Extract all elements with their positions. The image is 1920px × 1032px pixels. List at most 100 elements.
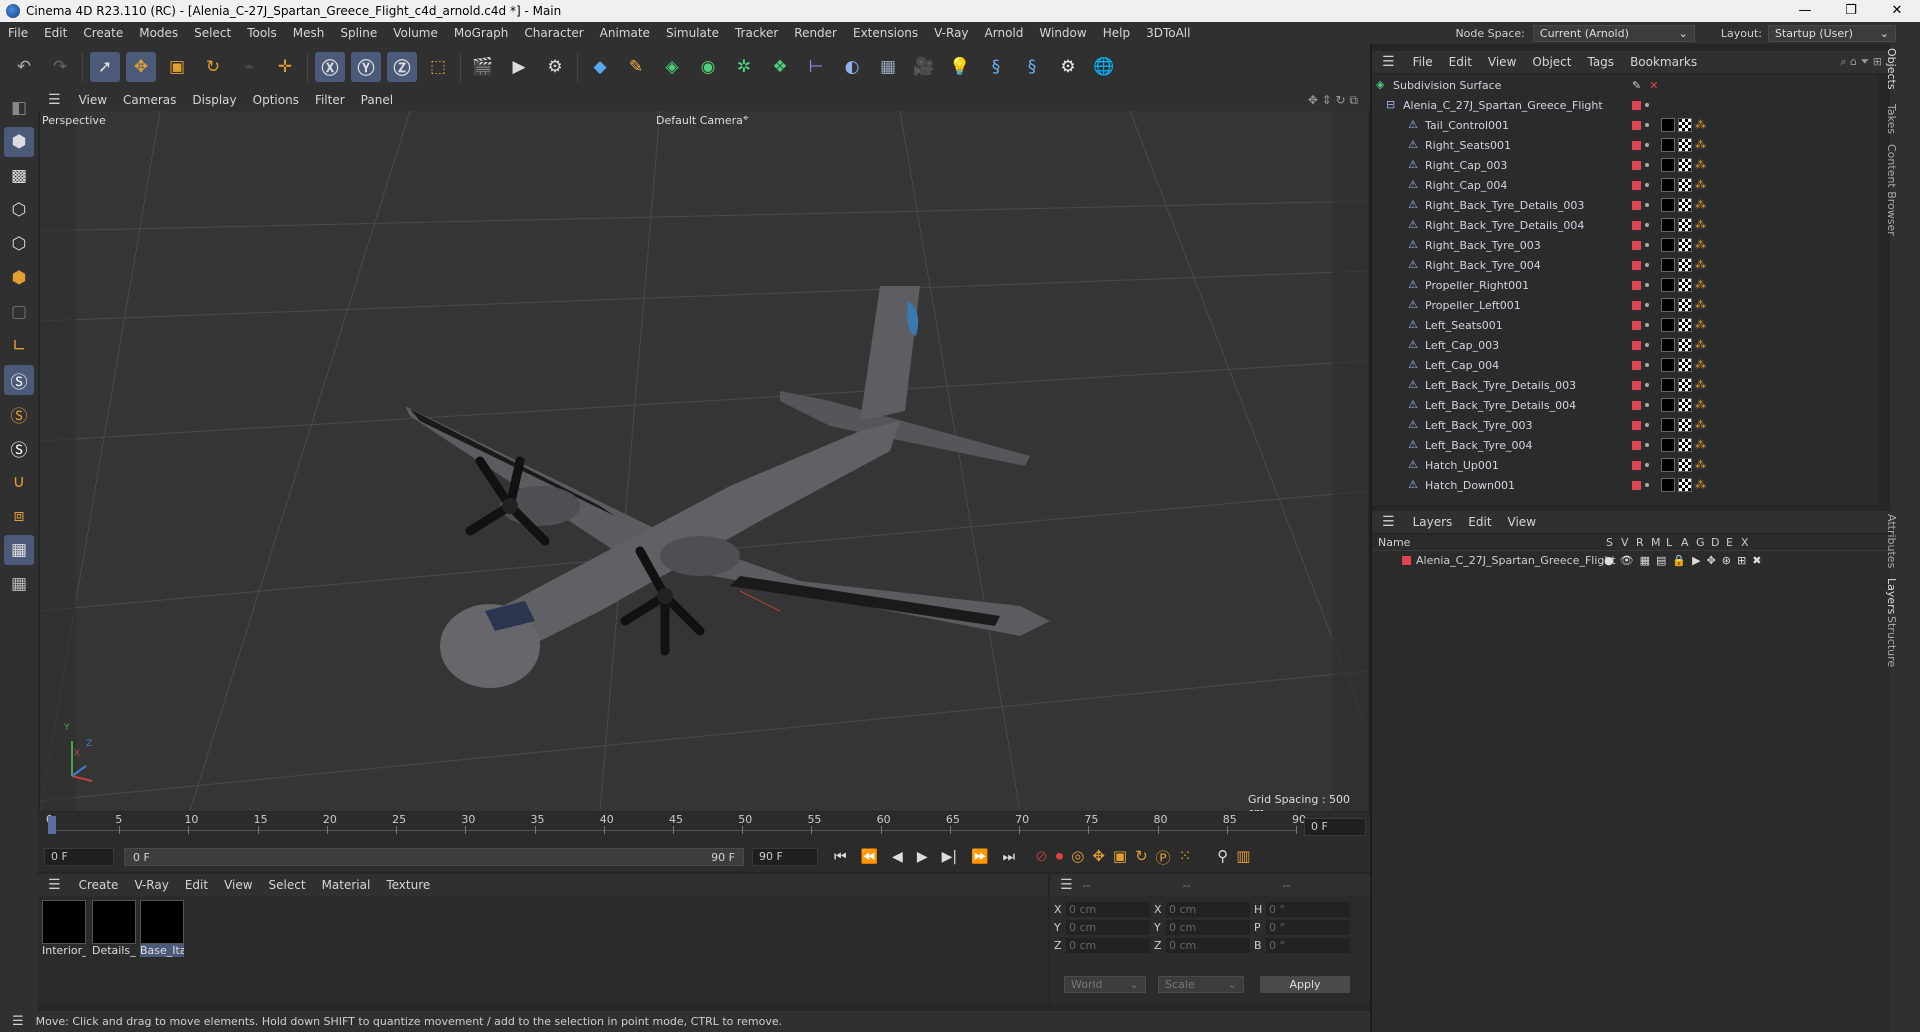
magnet-icon[interactable]: ∪ bbox=[4, 467, 34, 497]
visibility-dot[interactable] bbox=[1645, 323, 1649, 327]
layer-color-swatch[interactable] bbox=[1632, 260, 1641, 270]
snap-mode-icon[interactable]: Ⓢ bbox=[4, 433, 34, 463]
key-param-icon[interactable]: Ⓟ bbox=[1156, 847, 1171, 868]
viewport-menu-cameras[interactable]: Cameras bbox=[115, 93, 184, 107]
hamburger-icon[interactable]: ☰ bbox=[1372, 514, 1405, 530]
scale-tool-icon[interactable]: ▣ bbox=[162, 52, 192, 82]
camera-icon[interactable]: 🎥 bbox=[909, 52, 939, 82]
menu-file[interactable]: File bbox=[0, 22, 36, 44]
coord-field[interactable]: 0 cm bbox=[1166, 937, 1250, 953]
menu-mesh[interactable]: Mesh bbox=[285, 22, 333, 44]
texture-tag-icon[interactable] bbox=[1678, 118, 1692, 132]
record-disabled-icon[interactable]: ⊘ bbox=[1035, 847, 1048, 868]
layer-color-swatch[interactable] bbox=[1632, 320, 1641, 330]
arnold-tag-icon[interactable]: ⁂ bbox=[1695, 478, 1709, 492]
minimize-icon[interactable]: — bbox=[1782, 0, 1828, 22]
layer-column-header[interactable]: V bbox=[1621, 536, 1636, 549]
layer-color-swatch[interactable] bbox=[1632, 140, 1641, 150]
timeline-ruler[interactable]: 051015202530354045505560657075808590 0 F bbox=[38, 812, 1370, 842]
layer-color-swatch[interactable] bbox=[1632, 460, 1641, 470]
object-row[interactable]: ⚠ Left_Back_Tyre_Details_003 ⁂ bbox=[1372, 375, 1878, 395]
menu-vray[interactable]: V-Ray bbox=[926, 22, 976, 44]
layer-color-swatch[interactable] bbox=[1632, 440, 1641, 450]
layers-menu-layers[interactable]: Layers bbox=[1405, 515, 1461, 529]
layer-color-swatch[interactable] bbox=[1632, 220, 1641, 230]
undo-icon[interactable]: ↶ bbox=[9, 52, 39, 82]
timeline-window-icon[interactable]: ▥ bbox=[1236, 847, 1250, 868]
material-tag-icon[interactable] bbox=[1661, 238, 1675, 252]
extrude-icon[interactable]: ◉ bbox=[693, 52, 723, 82]
arnold-tag-icon[interactable]: ⁂ bbox=[1695, 298, 1709, 312]
menu-window[interactable]: Window bbox=[1031, 22, 1094, 44]
material-item[interactable]: Interior_ bbox=[42, 900, 86, 957]
visibility-dot[interactable] bbox=[1645, 163, 1649, 167]
expression-icon[interactable]: ⊞ bbox=[1737, 554, 1746, 567]
visibility-dot[interactable] bbox=[1645, 103, 1649, 107]
render-icon[interactable]: ▦ bbox=[1640, 554, 1650, 567]
viewport-menu-panel[interactable]: Panel bbox=[353, 93, 401, 107]
arnold-tag-icon[interactable]: ⁂ bbox=[1695, 198, 1709, 212]
arnold-tag-icon[interactable]: ⁂ bbox=[1695, 238, 1709, 252]
z-axis-lock-icon[interactable]: Ⓩ bbox=[387, 51, 417, 82]
previous-frame-icon[interactable]: ◀ bbox=[892, 849, 903, 865]
motion-system-icon[interactable]: ⚲ bbox=[1217, 847, 1228, 868]
object-row[interactable]: ⚠ Tail_Control001 ⁂ bbox=[1372, 115, 1878, 135]
layer-column-header[interactable]: X bbox=[1741, 536, 1756, 549]
render-region-icon[interactable]: 🎬 bbox=[468, 52, 498, 82]
material-menu-view[interactable]: View bbox=[216, 878, 260, 892]
uv-mode-icon[interactable]: ▢ bbox=[4, 297, 34, 327]
coord-field[interactable]: 0 ° bbox=[1266, 937, 1350, 953]
camera-target-icon[interactable]: ⌖ bbox=[743, 113, 749, 124]
object-row[interactable]: ⚠ Left_Seats001 ⁂ bbox=[1372, 315, 1878, 335]
om-menu-view[interactable]: View bbox=[1480, 55, 1524, 69]
layer-column-header[interactable]: M bbox=[1651, 536, 1666, 549]
arnold-tag-icon[interactable]: ⁂ bbox=[1695, 358, 1709, 372]
menu-arnold[interactable]: Arnold bbox=[977, 22, 1032, 44]
menu-modes[interactable]: Modes bbox=[131, 22, 186, 44]
key-pla-icon[interactable]: ⁙ bbox=[1179, 847, 1192, 868]
python-icon[interactable]: § bbox=[981, 52, 1011, 82]
layer-color-swatch[interactable] bbox=[1632, 100, 1641, 110]
auto-key-icon[interactable]: ⏺ bbox=[1056, 847, 1064, 868]
maximize-icon[interactable]: ❐ bbox=[1828, 0, 1874, 22]
visibility-dot[interactable] bbox=[1645, 223, 1649, 227]
visibility-dot[interactable] bbox=[1645, 303, 1649, 307]
material-tag-icon[interactable] bbox=[1661, 218, 1675, 232]
object-row[interactable]: ⚠ Left_Cap_003 ⁂ bbox=[1372, 335, 1878, 355]
visibility-dot[interactable] bbox=[1645, 203, 1649, 207]
keyframe-selection-icon[interactable]: ◎ bbox=[1071, 847, 1084, 868]
disable-icon[interactable]: ✕ bbox=[1649, 79, 1658, 92]
texture-tag-icon[interactable] bbox=[1678, 398, 1692, 412]
coord-field[interactable]: 0 ° bbox=[1266, 919, 1350, 935]
arnold-tag-icon[interactable]: ⁂ bbox=[1695, 318, 1709, 332]
material-tag-icon[interactable] bbox=[1661, 458, 1675, 472]
visibility-dot[interactable] bbox=[1645, 443, 1649, 447]
layer-color-swatch[interactable] bbox=[1632, 240, 1641, 250]
object-row[interactable]: ⚠ Right_Back_Tyre_Details_004 ⁂ bbox=[1372, 215, 1878, 235]
object-row[interactable]: ⚠ Hatch_Down001 ⁂ bbox=[1372, 475, 1878, 495]
object-row[interactable]: ⚠ Right_Cap_003 ⁂ bbox=[1372, 155, 1878, 175]
menu-mograph[interactable]: MoGraph bbox=[446, 22, 517, 44]
arnold-tag-icon[interactable]: ⁂ bbox=[1695, 378, 1709, 392]
visibility-dot[interactable] bbox=[1645, 143, 1649, 147]
layer-row[interactable]: Alenia_C_27J_Spartan_Greece_Flight ● 👁 ▦ ▤ 🔒… bbox=[1372, 551, 1890, 569]
texture-tag-icon[interactable] bbox=[1678, 138, 1692, 152]
layer-column-header[interactable]: S bbox=[1606, 536, 1621, 549]
floor-icon[interactable]: ▦ bbox=[873, 52, 903, 82]
texture-tag-icon[interactable] bbox=[1678, 198, 1692, 212]
material-menu-edit[interactable]: Edit bbox=[177, 878, 216, 892]
point-mode-icon[interactable]: ⬡ bbox=[4, 195, 34, 225]
visibility-dot[interactable] bbox=[1645, 123, 1649, 127]
object-row-root[interactable]: ◈ Subdivision Surface ✎ ✕ bbox=[1372, 75, 1878, 95]
coordinate-system-icon[interactable]: ⬚ bbox=[423, 52, 453, 82]
world-select[interactable]: World ⌄ bbox=[1064, 976, 1146, 993]
object-row[interactable]: ⚠ Left_Cap_004 ⁂ bbox=[1372, 355, 1878, 375]
layer-color-swatch[interactable] bbox=[1632, 380, 1641, 390]
menu-edit[interactable]: Edit bbox=[36, 22, 75, 44]
gear-icon[interactable]: ⚙ bbox=[1053, 52, 1083, 82]
viewport-nav-icons[interactable]: ✥ ⇕ ↻ ⧉ bbox=[1308, 93, 1358, 108]
viewport-menu-view[interactable]: View bbox=[71, 93, 115, 107]
layers-menu-view[interactable]: View bbox=[1500, 515, 1544, 529]
layer-column-header[interactable]: A bbox=[1681, 536, 1696, 549]
material-tag-icon[interactable] bbox=[1661, 158, 1675, 172]
